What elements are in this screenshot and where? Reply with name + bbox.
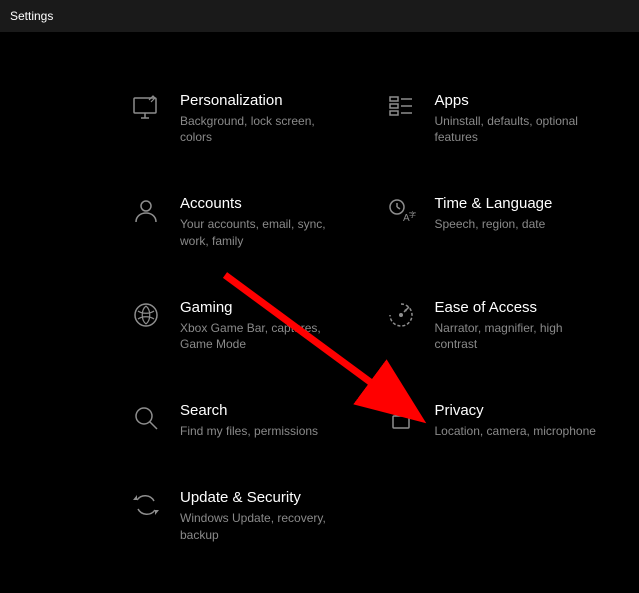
- window-title: Settings: [10, 9, 53, 23]
- category-desc: Narrator, magnifier, high contrast: [435, 320, 605, 352]
- category-text: Time & Language Speech, region, date: [435, 195, 553, 232]
- category-title: Personalization: [180, 92, 350, 109]
- apps-icon: [385, 92, 417, 124]
- category-desc: Find my files, permissions: [180, 423, 318, 439]
- category-text: Personalization Background, lock screen,…: [180, 92, 350, 145]
- category-text: Gaming Xbox Game Bar, captures, Game Mod…: [180, 299, 350, 352]
- settings-home: Personalization Background, lock screen,…: [0, 32, 639, 543]
- svg-text:字: 字: [409, 210, 416, 219]
- gaming-icon: [130, 299, 162, 331]
- category-text: Search Find my files, permissions: [180, 402, 318, 439]
- category-text: Update & Security Windows Update, recove…: [180, 489, 350, 542]
- category-accounts[interactable]: Accounts Your accounts, email, sync, wor…: [130, 195, 355, 248]
- category-desc: Uninstall, defaults, optional features: [435, 113, 605, 145]
- category-title: Gaming: [180, 299, 350, 316]
- category-title: Time & Language: [435, 195, 553, 212]
- titlebar: Settings: [0, 0, 639, 32]
- category-time-language[interactable]: A字 Time & Language Speech, region, date: [385, 195, 610, 248]
- privacy-icon: [385, 402, 417, 434]
- personalization-icon: [130, 92, 162, 124]
- category-text: Privacy Location, camera, microphone: [435, 402, 596, 439]
- category-desc: Background, lock screen, colors: [180, 113, 350, 145]
- category-desc: Xbox Game Bar, captures, Game Mode: [180, 320, 350, 352]
- category-text: Ease of Access Narrator, magnifier, high…: [435, 299, 605, 352]
- category-text: Apps Uninstall, defaults, optional featu…: [435, 92, 605, 145]
- category-apps[interactable]: Apps Uninstall, defaults, optional featu…: [385, 92, 610, 145]
- category-update-security[interactable]: Update & Security Windows Update, recove…: [130, 489, 355, 542]
- category-title: Search: [180, 402, 318, 419]
- category-title: Update & Security: [180, 489, 350, 506]
- category-title: Privacy: [435, 402, 596, 419]
- update-security-icon: [130, 489, 162, 521]
- category-desc: Location, camera, microphone: [435, 423, 596, 439]
- category-title: Accounts: [180, 195, 350, 212]
- category-grid: Personalization Background, lock screen,…: [0, 92, 639, 543]
- accounts-icon: [130, 195, 162, 227]
- category-desc: Windows Update, recovery, backup: [180, 510, 350, 542]
- category-ease-of-access[interactable]: Ease of Access Narrator, magnifier, high…: [385, 299, 610, 352]
- category-personalization[interactable]: Personalization Background, lock screen,…: [130, 92, 355, 145]
- category-title: Apps: [435, 92, 605, 109]
- category-gaming[interactable]: Gaming Xbox Game Bar, captures, Game Mod…: [130, 299, 355, 352]
- category-search[interactable]: Search Find my files, permissions: [130, 402, 355, 439]
- search-icon: [130, 402, 162, 434]
- ease-of-access-icon: [385, 299, 417, 331]
- time-language-icon: A字: [385, 195, 417, 227]
- category-desc: Speech, region, date: [435, 216, 553, 232]
- category-desc: Your accounts, email, sync, work, family: [180, 216, 350, 248]
- category-privacy[interactable]: Privacy Location, camera, microphone: [385, 402, 610, 439]
- category-text: Accounts Your accounts, email, sync, wor…: [180, 195, 350, 248]
- category-title: Ease of Access: [435, 299, 605, 316]
